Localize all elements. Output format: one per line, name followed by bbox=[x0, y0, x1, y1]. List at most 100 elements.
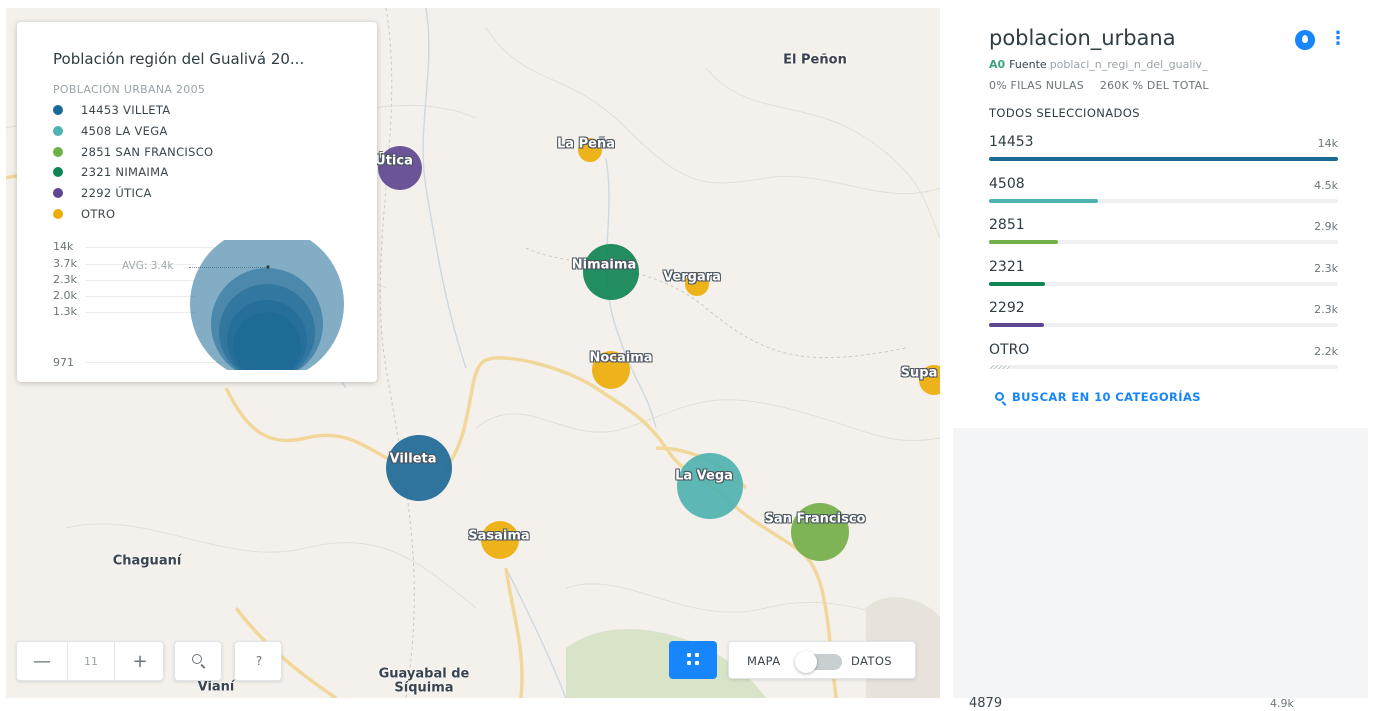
data-label: DATOS bbox=[851, 654, 893, 668]
widget-list-background bbox=[953, 428, 1368, 698]
zoom-out-button[interactable]: — bbox=[17, 642, 67, 680]
bubble-villeta[interactable] bbox=[386, 435, 452, 501]
widget-stats: 0% FILAS NULAS 260K % DEL TOTAL bbox=[989, 79, 1209, 92]
map-label: MAPA bbox=[747, 654, 781, 668]
category-value: 14k bbox=[1317, 137, 1338, 150]
legend-item-label: 2321 NIMAIMA bbox=[81, 165, 169, 179]
legend-item-label: 14453 VILLETA bbox=[81, 103, 171, 117]
null-rows: 0% FILAS NULAS bbox=[989, 79, 1084, 92]
search-icon bbox=[995, 392, 1004, 401]
layers-icon bbox=[687, 653, 691, 657]
legend-item-utica: 2292 ÚTICA bbox=[53, 185, 152, 201]
category-row[interactable]: 4508 4.5k bbox=[989, 176, 1338, 216]
size-tick: 14k bbox=[53, 240, 74, 253]
category-row-peek: 4879 bbox=[969, 696, 1003, 711]
category-bar-track bbox=[989, 364, 1338, 369]
place-label-guayabal: Guayabal de bbox=[378, 666, 470, 682]
drop-icon[interactable] bbox=[1295, 30, 1315, 50]
category-bar bbox=[989, 240, 1058, 244]
size-avg-marker bbox=[266, 265, 270, 269]
category-name: 4508 bbox=[989, 175, 1025, 192]
category-value: 2.9k bbox=[1314, 220, 1338, 233]
search-icon-handle bbox=[200, 664, 206, 669]
zoom-in-button[interactable]: + bbox=[115, 642, 165, 680]
size-legend-circles bbox=[190, 240, 344, 370]
legend-item-san-francisco: 2851 SAN FRANCISCO bbox=[53, 144, 213, 160]
category-bar bbox=[989, 157, 1338, 161]
zoom-control: — 11 + bbox=[16, 641, 164, 681]
bubble-label-san-francisco: San Francisco bbox=[764, 511, 866, 527]
map-search-button[interactable] bbox=[174, 641, 222, 681]
category-row[interactable]: OTRO 2.2k bbox=[989, 342, 1338, 382]
layers-icon-dot bbox=[695, 653, 699, 657]
size-tick: 3.7k bbox=[53, 257, 77, 270]
category-name: OTRO bbox=[989, 341, 1030, 358]
category-value-peek: 4.9k bbox=[1270, 697, 1294, 710]
size-gridline bbox=[85, 312, 195, 313]
place-label-chaguani: Chaguaní bbox=[112, 553, 182, 569]
bubble-label-supa: Supa bbox=[900, 365, 938, 381]
place-label-el-penon: El Peñon bbox=[783, 52, 847, 68]
category-row[interactable]: 14453 14k bbox=[989, 134, 1338, 174]
legend-panel: Población región del Gualivá 20... POBLA… bbox=[17, 22, 377, 382]
legend-dot bbox=[53, 126, 63, 136]
category-value: 2.3k bbox=[1314, 261, 1338, 275]
legend-item-label: 4508 LA VEGA bbox=[81, 124, 168, 138]
legend-item-nimaima: 2321 NIMAIMA bbox=[53, 164, 169, 180]
widget-source: A0 Fuente poblaci_n_regi_n_del_gualiv_ bbox=[989, 58, 1207, 71]
source-label: Fuente bbox=[1009, 58, 1047, 71]
bubble-label-nocaima: Nocaima bbox=[589, 350, 653, 366]
bubble-label-la-vega: La Vega bbox=[675, 468, 733, 484]
legend-item-label: OTRO bbox=[81, 207, 116, 221]
more-options-button[interactable]: ⋮ bbox=[1329, 28, 1347, 49]
bubble-label-utica: Útica bbox=[375, 153, 413, 169]
category-bar bbox=[989, 323, 1045, 327]
select-all-label[interactable]: TODOS SELECCIONADOS bbox=[989, 106, 1140, 120]
search-categories-label: BUSCAR EN 10 CATEGORÍAS bbox=[1012, 390, 1201, 404]
legend-dot bbox=[53, 209, 63, 219]
category-bar-track bbox=[989, 281, 1338, 286]
category-widget: poblacion_urbana ⋮ A0 Fuente poblaci_n_reg… bbox=[953, 8, 1368, 428]
bubble-label-nimaima: Nimaima bbox=[571, 257, 637, 273]
layers-icon-dot bbox=[687, 661, 691, 665]
bubble-label-villeta: Villeta bbox=[389, 451, 437, 467]
category-row[interactable]: 2292 2.3k bbox=[989, 300, 1338, 340]
bubble-label-sasaima: Sasaima bbox=[468, 528, 530, 544]
legend-item-villeta: 14453 VILLETA bbox=[53, 102, 170, 118]
layers-button[interactable] bbox=[669, 641, 717, 679]
bubble-label-la-pena: La Peña bbox=[557, 136, 615, 152]
legend-item-label: 2292 ÚTICA bbox=[81, 186, 152, 200]
category-bar-track bbox=[989, 240, 1338, 244]
legend-dot bbox=[53, 167, 63, 177]
legend-item-label: 2851 SAN FRANCISCO bbox=[81, 145, 214, 159]
category-row[interactable]: 2321 2.3k bbox=[989, 259, 1338, 299]
size-tick: 1.3k bbox=[53, 305, 77, 318]
category-value: 2.2k bbox=[1314, 344, 1338, 358]
size-tick: 971 bbox=[53, 356, 74, 369]
place-label-siquima: Síquima bbox=[394, 680, 454, 696]
source-name: poblaci_n_regi_n_del_gualiv_ bbox=[1049, 58, 1208, 71]
size-gridline bbox=[85, 280, 195, 281]
bubble-la-vega[interactable] bbox=[677, 453, 743, 519]
search-icon bbox=[192, 654, 202, 664]
legend-subtitle: POBLACIÓN URBANA 2005 bbox=[53, 83, 206, 96]
category-row[interactable]: 2851 2.9k bbox=[989, 217, 1338, 257]
category-bar-track bbox=[989, 157, 1338, 161]
legend-item-otro: OTRO bbox=[53, 206, 115, 222]
size-tick: 2.3k bbox=[53, 273, 77, 286]
category-bar-track bbox=[989, 198, 1338, 203]
help-button[interactable]: ? bbox=[234, 641, 282, 681]
total-percent: 260K % DEL TOTAL bbox=[1099, 79, 1209, 92]
source-id: A0 bbox=[989, 58, 1006, 71]
map-data-toggle[interactable] bbox=[795, 651, 842, 673]
size-tick: 2.0k bbox=[53, 289, 77, 302]
category-name: 2321 bbox=[989, 258, 1025, 275]
legend-item-la-vega: 4508 LA VEGA bbox=[53, 123, 168, 139]
size-gridline bbox=[85, 296, 195, 297]
category-bar bbox=[989, 364, 1010, 369]
widget-title: poblacion_urbana bbox=[989, 26, 1176, 50]
category-name: 2851 bbox=[989, 217, 1025, 233]
search-categories-link[interactable]: BUSCAR EN 10 CATEGORÍAS bbox=[995, 390, 1201, 404]
help-icon: ? bbox=[255, 654, 263, 668]
legend-title: Población región del Gualivá 20... bbox=[53, 50, 305, 68]
